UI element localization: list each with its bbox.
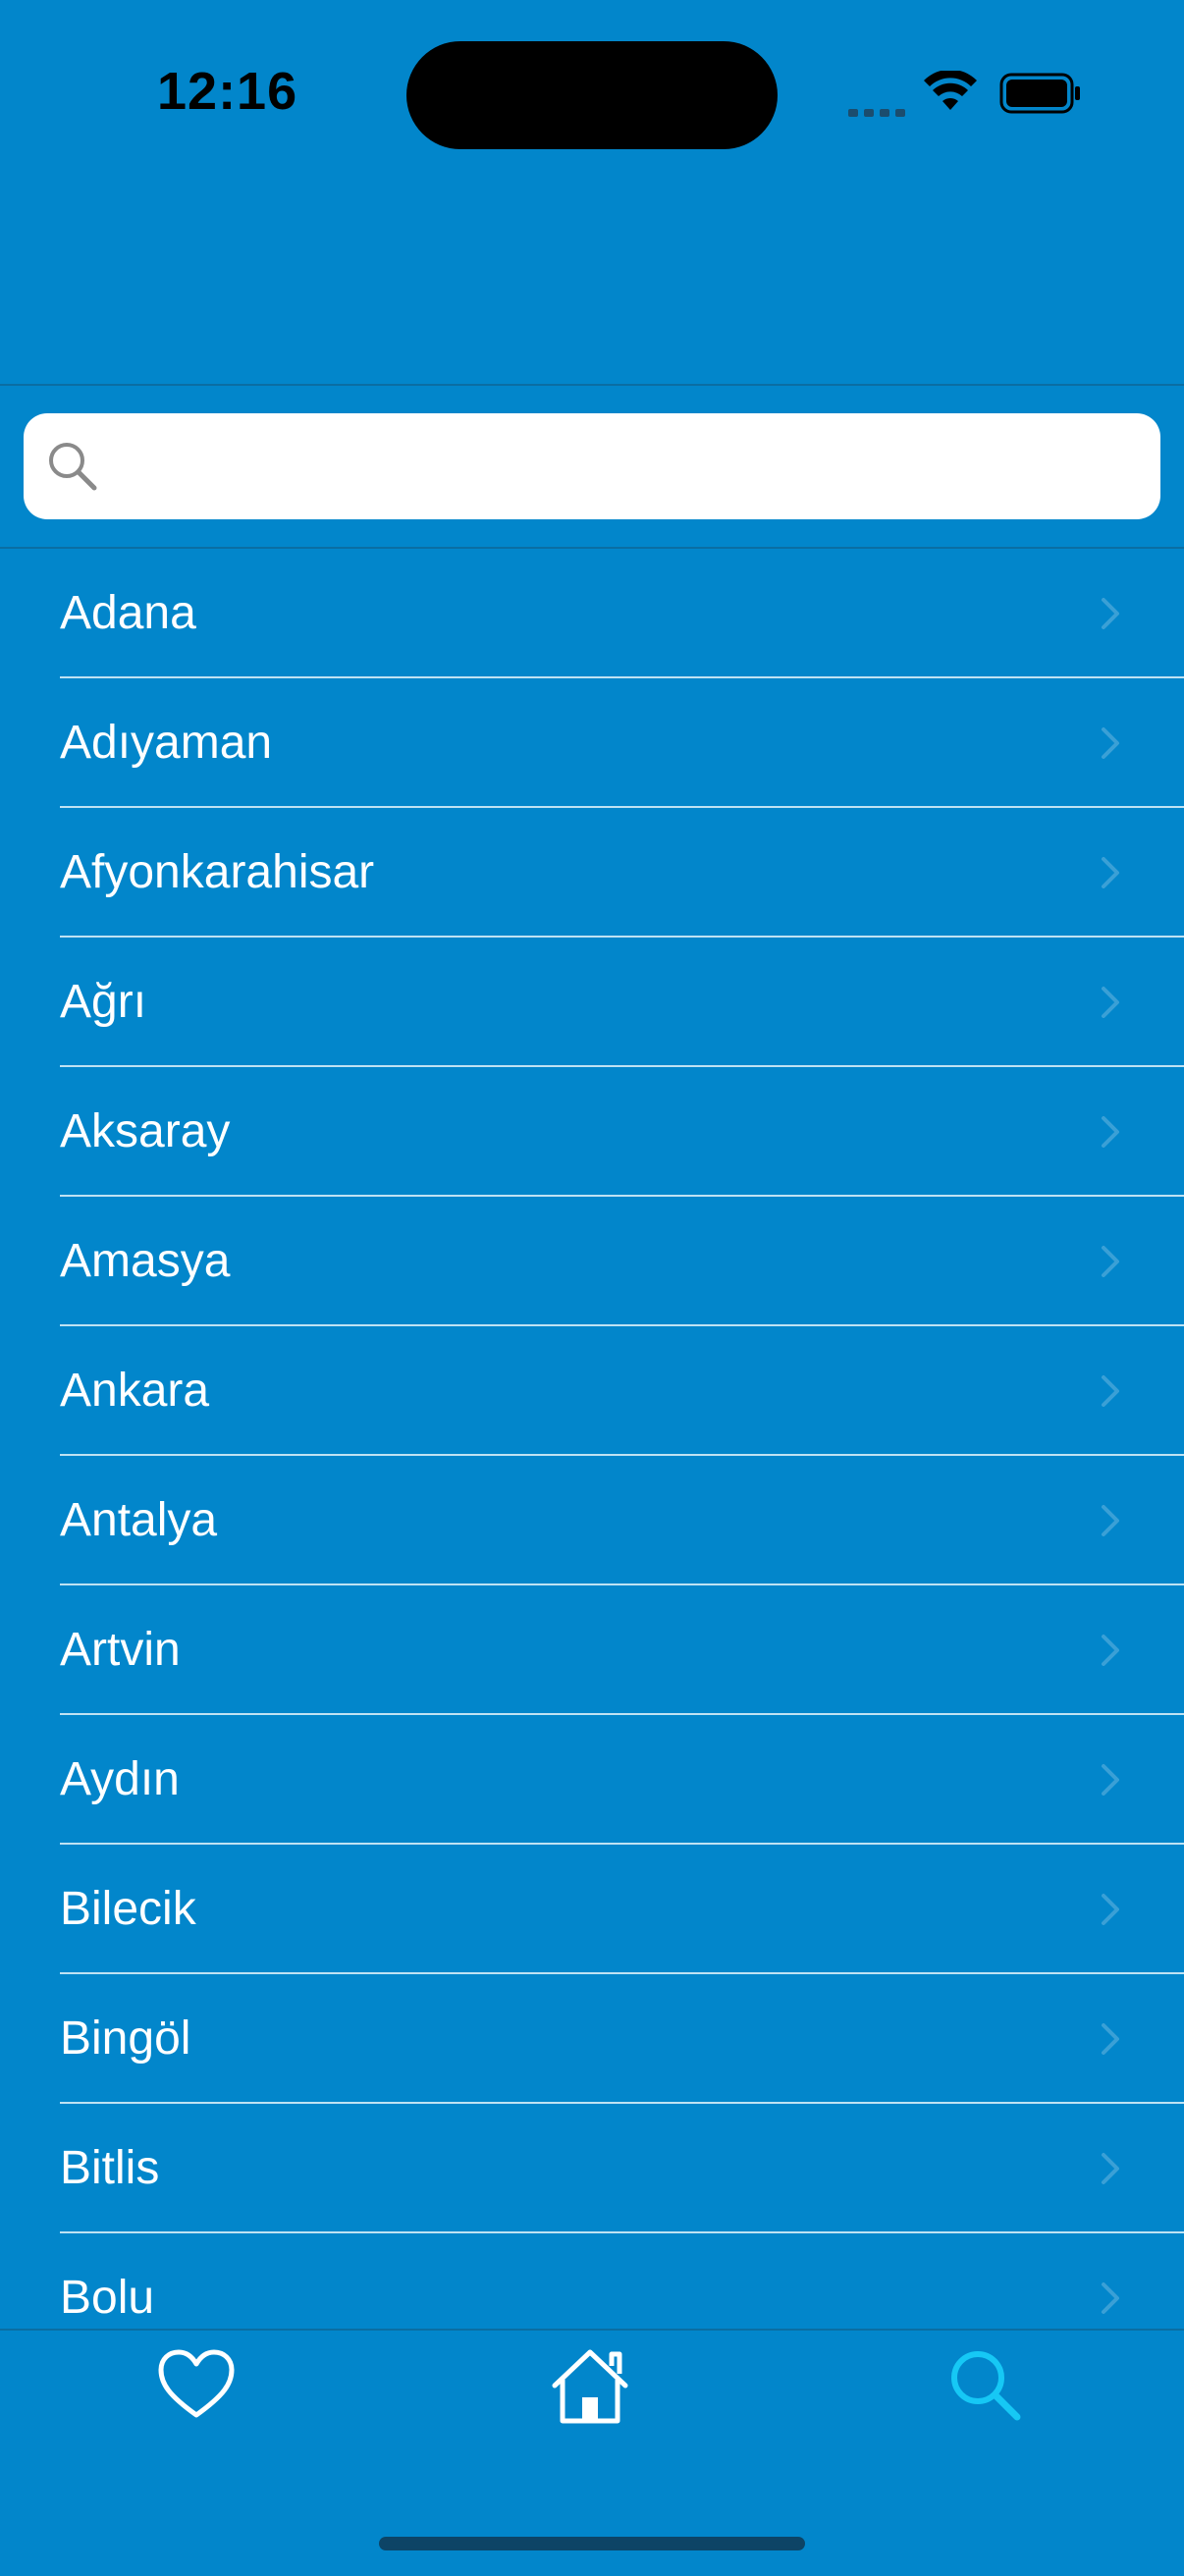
list-item[interactable]: Adana [0, 549, 1184, 678]
battery-icon [999, 73, 1080, 114]
city-name: Artvin [60, 1624, 181, 1676]
chevron-right-icon [1102, 2282, 1119, 2314]
chevron-right-icon [1102, 2153, 1119, 2184]
chevron-right-icon [1102, 987, 1119, 1018]
city-name: Adıyaman [60, 717, 273, 769]
list-item[interactable]: Ankara [0, 1326, 1184, 1456]
city-name: Bitlis [60, 2142, 160, 2194]
list-item[interactable]: Artvin [0, 1585, 1184, 1715]
list-item[interactable]: Aksaray [0, 1067, 1184, 1197]
chevron-right-icon [1102, 857, 1119, 888]
chevron-right-icon [1102, 1116, 1119, 1148]
search-input[interactable] [118, 413, 1141, 521]
list-item[interactable]: Bilecik [0, 1845, 1184, 1974]
city-name: Afyonkarahisar [60, 846, 375, 898]
nav-divider [0, 384, 1184, 386]
tab-favorites[interactable] [155, 2344, 238, 2427]
city-name: Ankara [60, 1365, 210, 1417]
list-item[interactable]: Bingöl [0, 1974, 1184, 2104]
chevron-right-icon [1102, 1505, 1119, 1536]
city-name: Bingöl [60, 2012, 191, 2065]
chevron-right-icon [1102, 2023, 1119, 2055]
list-item[interactable]: Ağrı [0, 938, 1184, 1067]
city-name: Bolu [60, 2272, 155, 2324]
list-item[interactable]: Adıyaman [0, 678, 1184, 808]
chevron-right-icon [1102, 1246, 1119, 1277]
tab-home[interactable] [549, 2344, 631, 2427]
list-item[interactable]: Bitlis [0, 2104, 1184, 2233]
home-indicator [379, 2537, 805, 2550]
status-bar: 12:16 [0, 0, 1184, 196]
city-list: Adana Adıyaman Afyonkarahisar Ağrı Aksaray Am… [0, 549, 1184, 2329]
list-item[interactable]: Antalya [0, 1456, 1184, 1585]
chevron-right-icon [1102, 1635, 1119, 1666]
city-name: Aydın [60, 1753, 180, 1805]
list-item[interactable]: Amasya [0, 1197, 1184, 1326]
list-item[interactable]: Bolu [0, 2233, 1184, 2329]
city-name: Antalya [60, 1494, 218, 1546]
home-icon [552, 2349, 628, 2424]
chevron-right-icon [1102, 1764, 1119, 1796]
cellular-signal-icon [848, 104, 911, 122]
city-name: Bilecik [60, 1883, 196, 1935]
tab-search[interactable] [944, 2344, 1027, 2427]
city-name: Aksaray [60, 1105, 231, 1157]
search-icon [49, 443, 97, 491]
search-icon [951, 2351, 1021, 2421]
chevron-right-icon [1102, 727, 1119, 759]
city-name: Ağrı [60, 976, 147, 1028]
city-name: Adana [60, 587, 196, 639]
list-item[interactable]: Aydın [0, 1715, 1184, 1845]
chevron-right-icon [1102, 598, 1119, 629]
city-name: Amasya [60, 1235, 231, 1287]
status-time: 12:16 [157, 62, 298, 121]
wifi-icon [924, 71, 977, 110]
chevron-right-icon [1102, 1375, 1119, 1407]
heart-icon [158, 2349, 235, 2418]
dynamic-island [406, 41, 778, 149]
list-item[interactable]: Afyonkarahisar [0, 808, 1184, 938]
search-bar[interactable] [24, 413, 1160, 521]
chevron-right-icon [1102, 1894, 1119, 1925]
